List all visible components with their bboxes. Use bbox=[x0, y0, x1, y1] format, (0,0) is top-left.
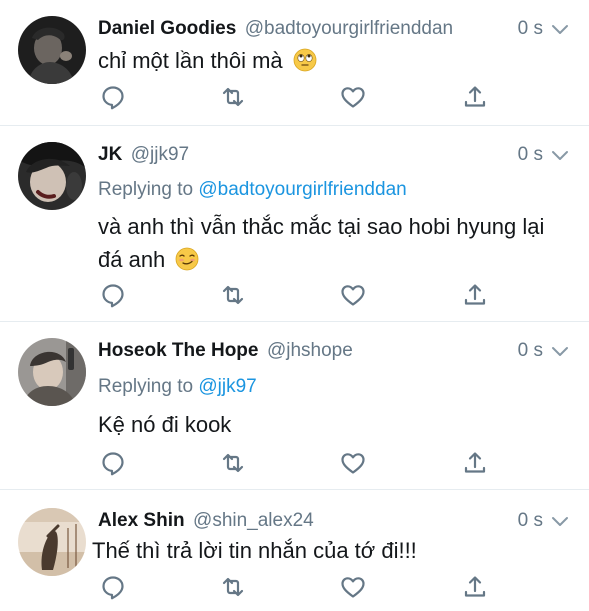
like-icon[interactable] bbox=[340, 282, 366, 308]
replying-to: Replying to @badtoyourgirlfrienddan bbox=[98, 179, 407, 201]
tweet-header: Alex Shin @shin_alex24 0 s bbox=[98, 510, 571, 536]
reply-icon[interactable] bbox=[100, 282, 126, 308]
timestamp[interactable]: 0 s bbox=[518, 340, 543, 362]
user-handle[interactable]: @jjk97 bbox=[131, 144, 189, 165]
tweet-text: Thế thì trả lời tin nhắn của tớ đi!!! bbox=[92, 534, 569, 567]
retweet-icon[interactable] bbox=[220, 84, 246, 110]
tweet-header: JK @jjk97 0 s bbox=[98, 144, 571, 170]
share-icon[interactable] bbox=[462, 84, 488, 110]
tweet[interactable]: Alex Shin @shin_alex24 0 s Thế thì trả l… bbox=[0, 490, 589, 611]
tweet-text: chỉ một lần thôi mà bbox=[98, 44, 569, 77]
share-icon[interactable] bbox=[462, 450, 488, 476]
chevron-down-icon[interactable] bbox=[549, 18, 571, 40]
retweet-icon[interactable] bbox=[220, 450, 246, 476]
tweet-text-content: Thế thì trả lời tin nhắn của tớ đi!!! bbox=[92, 538, 417, 563]
avatar[interactable] bbox=[18, 16, 86, 84]
tweet[interactable]: JK @jjk97 0 s Replying to @badtoyourgirl… bbox=[0, 126, 589, 322]
avatar[interactable] bbox=[18, 338, 86, 406]
retweet-icon[interactable] bbox=[220, 574, 246, 600]
chevron-down-icon[interactable] bbox=[549, 340, 571, 362]
user-handle[interactable]: @jhshope bbox=[267, 340, 353, 361]
tweet-text-content: Kệ nó đi kook bbox=[98, 412, 232, 437]
tweet[interactable]: Hoseok The Hope @jhshope 0 s Replying to… bbox=[0, 322, 589, 490]
reply-icon[interactable] bbox=[100, 84, 126, 110]
replying-to-handle[interactable]: @jjk97 bbox=[198, 376, 256, 397]
tweet-actions bbox=[98, 450, 498, 476]
tweet-actions bbox=[98, 574, 498, 600]
display-name[interactable]: Daniel Goodies bbox=[98, 18, 236, 39]
share-icon[interactable] bbox=[462, 282, 488, 308]
user-handle[interactable]: @shin_alex24 bbox=[193, 510, 314, 531]
share-icon[interactable] bbox=[462, 574, 488, 600]
avatar[interactable] bbox=[18, 142, 86, 210]
like-icon[interactable] bbox=[340, 574, 366, 600]
like-icon[interactable] bbox=[340, 84, 366, 110]
display-name[interactable]: Hoseok The Hope bbox=[98, 340, 258, 361]
tweet-text-content: và anh thì vẫn thắc mắc tại sao hobi hyu… bbox=[98, 214, 545, 272]
replying-to-handle[interactable]: @badtoyourgirlfrienddan bbox=[198, 179, 406, 200]
replying-to-label: Replying to bbox=[98, 376, 194, 397]
like-icon[interactable] bbox=[340, 450, 366, 476]
chevron-down-icon[interactable] bbox=[549, 144, 571, 166]
replying-to-label: Replying to bbox=[98, 179, 194, 200]
smirking-face-emoji-icon bbox=[176, 247, 199, 271]
avatar[interactable] bbox=[18, 508, 86, 576]
timestamp[interactable]: 0 s bbox=[518, 144, 543, 166]
user-handle[interactable]: @badtoyourgirlfrienddan bbox=[245, 18, 453, 39]
tweet-header: Hoseok The Hope @jhshope 0 s bbox=[98, 340, 571, 366]
tweet-text-content: chỉ một lần thôi mà bbox=[98, 48, 283, 73]
replying-to: Replying to @jjk97 bbox=[98, 376, 257, 398]
tweet-header: Daniel Goodies @badtoyourgirlfrienddan 0… bbox=[98, 18, 571, 44]
reply-icon[interactable] bbox=[100, 574, 126, 600]
tweet-actions bbox=[98, 282, 498, 308]
retweet-icon[interactable] bbox=[220, 282, 246, 308]
reply-icon[interactable] bbox=[100, 450, 126, 476]
rolling-eyes-emoji-icon bbox=[293, 48, 317, 72]
display-name[interactable]: JK bbox=[98, 144, 122, 165]
chevron-down-icon[interactable] bbox=[549, 510, 571, 532]
tweet-text: và anh thì vẫn thắc mắc tại sao hobi hyu… bbox=[98, 210, 569, 276]
tweet-text: Kệ nó đi kook bbox=[98, 408, 569, 441]
timestamp[interactable]: 0 s bbox=[518, 510, 543, 532]
tweet[interactable]: Daniel Goodies @badtoyourgirlfrienddan 0… bbox=[0, 0, 589, 124]
timestamp[interactable]: 0 s bbox=[518, 18, 543, 40]
display-name[interactable]: Alex Shin bbox=[98, 510, 185, 531]
tweet-actions bbox=[98, 84, 498, 110]
